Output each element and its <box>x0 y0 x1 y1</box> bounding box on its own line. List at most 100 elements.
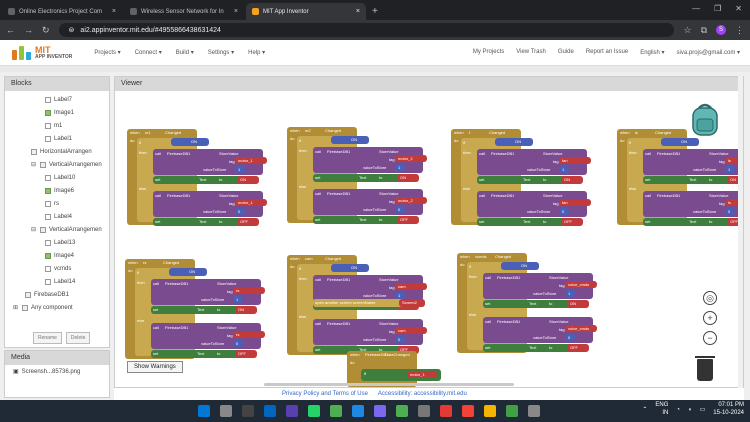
text-block[interactable]: Screen2 <box>399 299 425 307</box>
compare-block[interactable]: ON <box>331 136 369 144</box>
text-block[interactable]: ON <box>237 176 259 184</box>
tree-item[interactable]: ⊞ Any component <box>9 301 109 314</box>
menu-projects[interactable]: Projects ▾ <box>94 49 120 56</box>
tree-item[interactable]: Label1 <box>9 132 109 145</box>
files-taskbar-icon[interactable] <box>418 405 430 417</box>
tree-toggle-icon[interactable]: ⊟ <box>31 161 37 168</box>
tree-item[interactable]: Label13 <box>9 236 109 249</box>
text-block[interactable]: rs <box>233 287 265 294</box>
whatsapp-taskbar-icon[interactable] <box>308 405 320 417</box>
start-taskbar-icon[interactable] <box>198 405 210 417</box>
number-block[interactable]: 0 <box>565 334 575 341</box>
text-block[interactable]: ON <box>561 176 583 184</box>
tree-item[interactable]: Label7 <box>9 93 109 106</box>
tree-item[interactable]: Image1 <box>9 106 109 119</box>
back-icon[interactable]: ← <box>6 25 15 35</box>
compare-block[interactable]: ON <box>169 268 207 276</box>
volume-icon[interactable]: ◖ <box>688 407 692 413</box>
text-block[interactable]: ON <box>567 300 589 308</box>
close-window-icon[interactable]: ✕ <box>735 4 742 13</box>
tree-toggle-icon[interactable]: ⊟ <box>31 226 37 233</box>
backpack-icon[interactable] <box>690 102 720 136</box>
files2-taskbar-icon[interactable] <box>484 405 496 417</box>
wifi-icon[interactable]: ◔ <box>676 407 680 413</box>
teams-taskbar-icon[interactable] <box>374 405 386 417</box>
tree-item[interactable]: FirebaseDB1 <box>9 288 109 301</box>
text-block[interactable]: cam <box>395 283 427 290</box>
tree-toggle-icon[interactable]: ⊞ <box>13 304 19 311</box>
tree-item[interactable]: Image6 <box>9 184 109 197</box>
battery-icon[interactable]: ▭ <box>700 406 706 413</box>
tree-item[interactable]: Label10 <box>9 171 109 184</box>
task-view-taskbar-icon[interactable] <box>242 405 254 417</box>
browser-menu-icon[interactable]: ⋮ <box>735 25 744 36</box>
text-block[interactable]: ON <box>235 306 257 314</box>
tree-item[interactable]: ⊟ VerticalArrangemen <box>9 223 109 236</box>
text-block[interactable]: motor_2 <box>395 197 427 204</box>
compare-block[interactable]: ON <box>331 264 369 272</box>
explorer-taskbar-icon[interactable] <box>396 405 408 417</box>
number-block[interactable]: 0 <box>395 206 405 213</box>
text-block[interactable]: rs <box>233 331 265 338</box>
browser-tab-active[interactable]: MIT App Inventor × <box>246 3 366 20</box>
text-block[interactable]: OFF <box>237 218 259 226</box>
bookmark-star-icon[interactable]: ☆ <box>683 25 691 36</box>
delete-button[interactable]: Delete <box>65 332 91 344</box>
report-issue-link[interactable]: Report an Issue <box>586 49 628 56</box>
reload-icon[interactable]: ↻ <box>42 25 50 36</box>
compare-block[interactable]: ON <box>171 138 209 146</box>
show-warnings-button[interactable]: Show Warnings <box>127 361 183 373</box>
tree-item[interactable]: rs <box>9 197 109 210</box>
number-block[interactable]: 1 <box>233 296 243 303</box>
number-block[interactable]: 0 <box>235 208 245 215</box>
tree-item[interactable]: Label4 <box>9 210 109 223</box>
compare-block[interactable]: ON <box>661 138 699 146</box>
rename-button[interactable]: Rename <box>33 332 62 344</box>
tree-item[interactable]: Image4 <box>9 249 109 262</box>
close-icon[interactable]: × <box>112 8 116 15</box>
forward-icon[interactable]: → <box>24 25 33 35</box>
text-block[interactable]: OFF <box>561 218 583 226</box>
edge-taskbar-icon[interactable] <box>264 405 276 417</box>
new-tab-icon[interactable]: + <box>372 6 378 17</box>
media-item[interactable]: ▣ Screensh...85736.png <box>5 365 109 378</box>
trash-icon[interactable] <box>695 356 715 381</box>
extensions-icon[interactable]: ⧉ <box>701 25 707 36</box>
number-block[interactable]: 1 <box>235 166 245 173</box>
text-block[interactable]: voice_cmds <box>565 325 597 332</box>
blocks-workspace[interactable]: ⚠0 ✖0 Show Warnings ◎ + − whenm1Changedd… <box>115 91 743 387</box>
text-block[interactable]: fan <box>559 199 591 206</box>
account-menu[interactable]: siva.projs@gmail.com ▾ <box>677 49 740 56</box>
site-info-icon[interactable]: ⊜ <box>69 26 75 34</box>
tree-item[interactable]: HorizontalArrangen <box>9 145 109 158</box>
menu-connect[interactable]: Connect ▾ <box>135 49 162 56</box>
office-taskbar-icon[interactable] <box>462 405 474 417</box>
guide-link[interactable]: Guide <box>558 49 574 56</box>
tree-item[interactable]: m1 <box>9 119 109 132</box>
my-projects-link[interactable]: My Projects <box>473 49 504 56</box>
menu-settings[interactable]: Settings ▾ <box>208 49 234 56</box>
number-block[interactable]: 1 <box>565 290 575 297</box>
text-block[interactable]: motor_1 <box>235 157 267 164</box>
profile-avatar[interactable]: S <box>716 25 726 35</box>
number-block[interactable]: 1 <box>395 164 405 171</box>
url-field[interactable]: ⊜ ai2.appinventor.mit.edu/#4955866438631… <box>58 23 675 37</box>
maximize-icon[interactable]: ❐ <box>714 4 721 13</box>
zoom-out-icon[interactable]: − <box>703 331 717 345</box>
number-block[interactable]: 1 <box>559 166 569 173</box>
view-trash-link[interactable]: View Trash <box>516 49 546 56</box>
tree-item[interactable]: Label14 <box>9 275 109 288</box>
accessibility-link[interactable]: Accessibility: accessibility.mit.edu <box>378 391 467 397</box>
text-block[interactable]: voice_cmds <box>565 281 597 288</box>
minimize-icon[interactable]: — <box>692 4 700 13</box>
search-taskbar-icon[interactable] <box>220 405 232 417</box>
number-block[interactable]: 0 <box>725 208 735 215</box>
youtube-taskbar-icon[interactable] <box>440 405 452 417</box>
number-block[interactable]: 1 <box>395 292 405 299</box>
horizontal-scrollbar[interactable] <box>264 383 514 386</box>
language-indicator[interactable]: ENG IN <box>655 402 668 418</box>
apps-taskbar-icon[interactable] <box>286 405 298 417</box>
vscode-taskbar-icon[interactable] <box>352 405 364 417</box>
vertical-scrollbar[interactable] <box>738 76 743 388</box>
tree-item[interactable]: vcmds <box>9 262 109 275</box>
